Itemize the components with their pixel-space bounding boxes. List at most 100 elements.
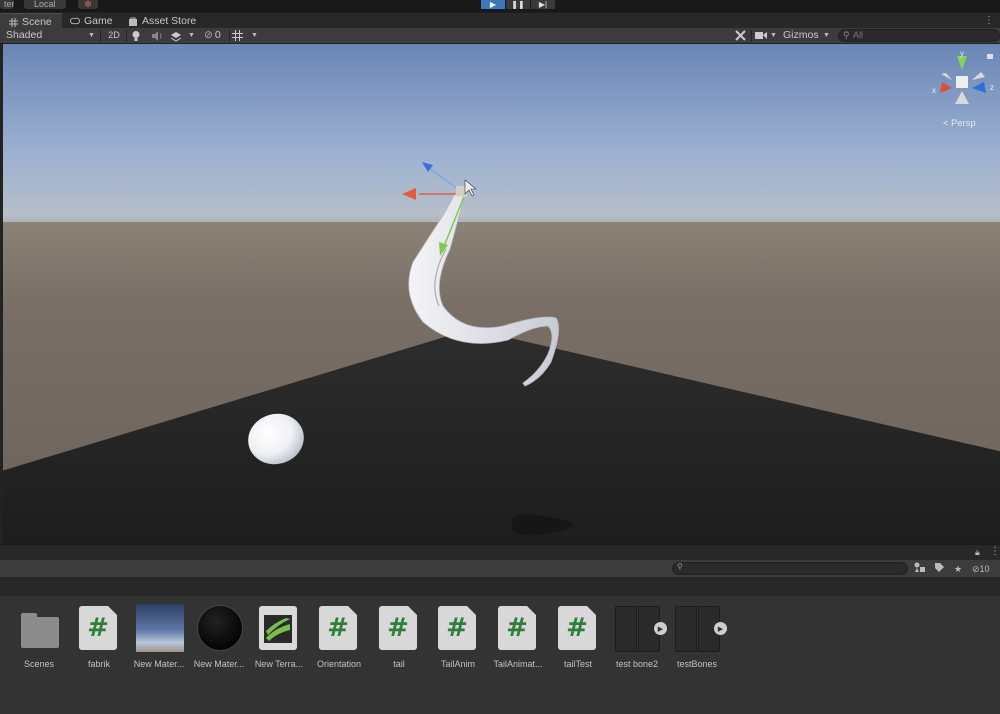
top-bar: ter Local ✻ ▶ ❚❚ ▶| — [0, 0, 1000, 12]
tools-icon — [735, 30, 746, 41]
asset-label: testBones — [676, 659, 718, 669]
asset-item[interactable]: # tail — [369, 602, 429, 672]
csharp-script-icon: # — [319, 606, 357, 650]
play-icon: ▶ — [489, 0, 497, 9]
gamepad-icon — [70, 16, 80, 26]
grid-snap-dropdown[interactable]: ▼ — [232, 28, 260, 43]
asset-label: tailTest — [563, 659, 592, 669]
hidden-packages-toggle[interactable]: ⊘10 — [972, 562, 990, 576]
material-preview-icon — [136, 604, 184, 652]
tab-asset-store-label: Asset Store — [142, 15, 197, 27]
asset-label: New Terra... — [254, 659, 304, 669]
lightbulb-icon — [132, 31, 140, 41]
grid-snap-icon — [232, 30, 243, 41]
tab-scene[interactable]: Scene — [0, 13, 62, 29]
hidden-count: 0 — [214, 29, 221, 41]
camera-icon — [755, 32, 767, 39]
asset-grid: Scenes # fabrik New Mater... New Mater..… — [0, 596, 1000, 714]
layers-icon — [170, 32, 182, 42]
asset-label: TailAnimat... — [493, 659, 543, 669]
chevron-down-icon: ▼ — [88, 32, 95, 39]
asset-item[interactable]: # Orientation — [309, 602, 369, 672]
eye-slash-icon: ⊘ — [972, 564, 980, 574]
draw-mode-dropdown[interactable]: Shaded ▼ — [6, 28, 96, 43]
asset-label: test bone2 — [615, 659, 659, 669]
camera-dropdown[interactable]: ▼ — [755, 28, 779, 43]
tab-asset-store[interactable]: Asset Store — [120, 13, 210, 29]
filter-type-icon[interactable] — [914, 562, 926, 576]
prefab-icon: ▶ — [615, 606, 667, 652]
bag-icon — [128, 16, 138, 26]
2d-label: 2D — [108, 30, 120, 40]
asset-label: TailAnim — [440, 659, 475, 669]
project-panel-header: 🔒︎ ⋮ — [0, 544, 1000, 560]
search-icon: ⚲ — [677, 562, 683, 571]
step-button[interactable]: ▶| — [531, 0, 555, 9]
asset-item[interactable]: # TailAnimat... — [488, 602, 548, 672]
panel-menu-icon[interactable]: ⋮ — [990, 546, 1000, 557]
tab-menu-icon[interactable]: ⋮ — [984, 15, 994, 26]
pause-button[interactable]: ❚❚ — [506, 0, 530, 9]
lock-icon[interactable]: 🔒︎ — [975, 547, 980, 558]
asset-item[interactable]: ▶ test bone2 — [607, 602, 667, 672]
expand-prefab-icon[interactable]: ▶ — [654, 622, 667, 635]
asset-item[interactable]: New Terra... — [249, 602, 309, 672]
pivot-label: Local — [34, 0, 56, 9]
pivot-toggle[interactable]: Local — [24, 0, 66, 9]
breadcrumb-bar — [0, 578, 1000, 596]
chevron-down-icon: ▼ — [251, 32, 258, 39]
project-search-input[interactable]: ⚲ — [672, 562, 908, 575]
csharp-script-icon: # — [379, 606, 417, 650]
persp-text: Persp — [951, 118, 976, 128]
asset-item[interactable]: # fabrik — [69, 602, 129, 672]
project-toolbar: ⚲ ★ ⊘10 — [0, 560, 1000, 578]
folder-body — [21, 617, 59, 648]
pause-icon: ❚❚ — [511, 0, 525, 9]
scene-toolbar: Shaded ▼ 2D ▼ ⊘ 0 ▼ ▼ Gizmos ▼ ⚲ All — [0, 28, 1000, 44]
asset-item[interactable]: # tailTest — [548, 602, 608, 672]
search-placeholder: All — [853, 30, 864, 40]
draw-mode-label: Shaded — [6, 29, 43, 41]
asset-item[interactable]: Scenes — [9, 602, 69, 672]
favorite-star-icon[interactable]: ★ — [954, 562, 962, 576]
top-left-label[interactable]: ter — [0, 0, 14, 9]
csharp-script-icon: # — [498, 606, 536, 650]
gizmos-label: Gizmos — [783, 29, 819, 41]
asset-label: Scenes — [23, 659, 55, 669]
tab-bar: Scene Game Asset Store ⋮ — [0, 12, 1000, 29]
lighting-toggle[interactable] — [131, 28, 145, 43]
effects-dropdown[interactable]: ▼ — [170, 28, 195, 43]
chevron-down-icon: ▼ — [188, 32, 195, 39]
scene-search-input[interactable]: ⚲ All — [838, 29, 1000, 42]
expand-prefab-icon[interactable]: ▶ — [714, 622, 727, 635]
tools-toggle[interactable] — [735, 28, 749, 43]
csharp-script-icon: # — [79, 606, 117, 650]
csharp-script-icon: # — [438, 606, 476, 650]
projection-label[interactable]: < Persp — [943, 118, 976, 128]
2d-toggle[interactable]: 2D — [104, 28, 124, 43]
asset-item[interactable]: # TailAnim — [428, 602, 488, 672]
scene-viewport[interactable]: y x z — [3, 44, 1000, 544]
speaker-icon — [152, 31, 162, 41]
asset-label: tail — [393, 659, 405, 669]
asset-item[interactable]: ▶ testBones — [667, 602, 727, 672]
tab-game-label: Game — [84, 15, 113, 27]
hidden-objects-toggle[interactable]: ⊘ 0 — [204, 28, 230, 43]
axis-x-label: x — [932, 86, 936, 95]
asset-item[interactable]: New Mater... — [129, 602, 189, 672]
asset-label: New Mater... — [193, 659, 245, 669]
filter-label-icon[interactable] — [934, 562, 945, 576]
prefab-icon: ▶ — [675, 606, 727, 652]
gizmos-dropdown[interactable]: Gizmos ▼ — [783, 28, 833, 43]
step-icon: ▶| — [538, 0, 548, 9]
tab-scene-label: Scene — [22, 16, 52, 28]
play-button[interactable]: ▶ — [481, 0, 505, 9]
hidden-packages-count: 10 — [979, 564, 990, 574]
collab-icon[interactable]: ✻ — [78, 0, 98, 9]
asset-item[interactable]: New Mater... — [189, 602, 249, 672]
chevron-down-icon: ▼ — [823, 32, 830, 39]
asset-label: New Mater... — [133, 659, 185, 669]
tab-game[interactable]: Game — [62, 13, 124, 29]
audio-toggle[interactable] — [151, 28, 165, 43]
grid-icon — [8, 17, 18, 27]
